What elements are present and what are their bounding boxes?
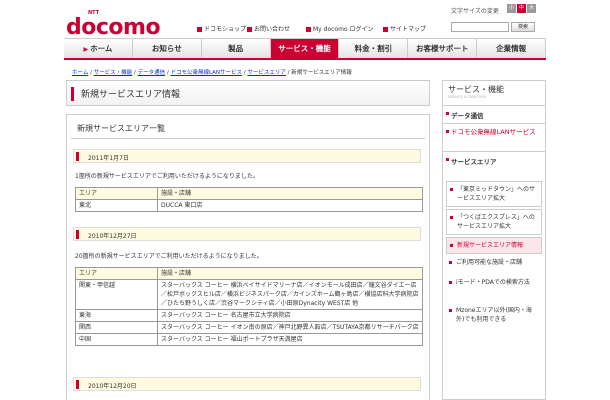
date-marker <box>76 380 79 389</box>
table-cell: 東北 <box>75 199 158 212</box>
nav-corporate[interactable]: 企業情報 <box>477 39 547 58</box>
utility-link-shop[interactable]: ドコモショップ <box>197 24 246 33</box>
breadcrumb: ホーム / サービス・機能 / データ通信 / ドコモ公衆無線LANサービス /… <box>72 70 352 76</box>
bullet-icon <box>247 27 252 32</box>
utility-link-mydocomo[interactable]: My docomo ログイン <box>306 24 374 33</box>
bullet-icon <box>446 158 449 161</box>
font-size-label: 文字サイズの変更 <box>451 8 499 15</box>
breadcrumb-home[interactable]: ホーム <box>72 70 88 76</box>
nav-news[interactable]: お知らせ <box>133 39 202 58</box>
table-cell: スターバックス コーヒー 福山ポートプラザ天満屋店 <box>157 333 423 346</box>
divider <box>71 138 425 139</box>
table-row: 東北 DUCCA 東口店 <box>75 199 423 212</box>
bullet-icon <box>449 309 452 312</box>
nav-support[interactable]: お客様サポート <box>408 39 478 58</box>
table-cell: DUCCA 東口店 <box>157 199 423 212</box>
bullet-icon <box>449 261 452 264</box>
page-title: 新規サービスエリア情報 <box>81 90 181 100</box>
sidebar-sub-search[interactable]: iモード・PDAでの検索方法 <box>446 275 542 290</box>
search-button[interactable]: 検索 <box>511 22 535 32</box>
table-header-row: エリア 施設・店舗 <box>75 267 423 280</box>
bullet-icon <box>383 27 388 32</box>
utility-link-contact[interactable]: お問い合わせ <box>247 24 290 33</box>
table-cell: スターバックス コーヒー 横浜ベイサイドマリーナ店／イオンモール成田店／鐘文谷ダ… <box>157 279 423 310</box>
bullet-icon <box>306 27 311 32</box>
date-heading: 2010年12月27日 <box>73 227 421 241</box>
sidebar-subtitle: SERVICE & FUNCTION <box>448 95 486 99</box>
date-marker <box>76 230 79 239</box>
sidebar-sub-midtown[interactable]: 「東京ミッドタウン」へのサービスエリア拡大 <box>446 181 542 207</box>
nav-home[interactable]: ▶ ホーム <box>64 39 133 58</box>
table-header-cell: エリア <box>75 187 158 200</box>
bullet-icon <box>446 112 449 115</box>
date-heading: 2010年12月20日 <box>73 377 421 391</box>
breadcrumb-data[interactable]: データ通信 <box>138 70 166 76</box>
section-title: 新規サービスエリア一覧 <box>77 124 165 133</box>
table-cell: 関西 <box>75 321 158 334</box>
breadcrumb-area[interactable]: サービスエリア <box>247 70 286 76</box>
sidebar-item-wifi[interactable]: ドコモ公衆無線LANサービス <box>443 123 545 151</box>
sidebar-title: サービス・機能 <box>448 85 504 94</box>
table-cell: スターバックス コーヒー 名古屋市立大学病院店 <box>157 309 423 322</box>
table-cell: スターバックス コーヒー イオン南の原店／神戸北野異人館店／TSUTAYA京都リ… <box>157 321 423 334</box>
bullet-icon <box>450 188 453 191</box>
docomo-wordmark: docomo <box>66 15 161 40</box>
breadcrumb-wifi[interactable]: ドコモ公衆無線LANサービス <box>170 70 242 76</box>
nav-pricing[interactable]: 料金・割引 <box>339 39 409 58</box>
bullet-icon <box>446 130 449 133</box>
sidebar: サービス・機能 SERVICE & FUNCTION データ通信 ドコモ公衆無線… <box>442 80 546 400</box>
sidebar-item-area[interactable]: サービスエリア <box>443 151 545 169</box>
date-heading: 2011年1月7日 <box>73 149 421 163</box>
table-row: 関東・甲信越 スターバックス コーヒー 横浜ベイサイドマリーナ店／イオンモール成… <box>75 279 423 310</box>
entry-note: 1箇所の新規サービスエリアでご利用いただけるようになりました。 <box>75 173 259 180</box>
table-header-cell: 施設・店舗 <box>157 267 423 280</box>
title-accent-bar <box>71 87 74 101</box>
font-size-large-button[interactable]: 大 <box>527 4 536 13</box>
bullet-icon <box>450 244 453 247</box>
date-marker <box>76 152 79 161</box>
table-row: 東海 スターバックス コーヒー 名古屋市立大学病院店 <box>75 309 423 322</box>
bullet-icon <box>449 281 452 284</box>
nav-services[interactable]: サービス・機能 <box>270 39 340 58</box>
table-header-cell: 施設・店舗 <box>157 187 423 200</box>
area-table: エリア 施設・店舗 関東・甲信越 スターバックス コーヒー 横浜ベイサイドマリー… <box>75 267 423 346</box>
font-size-medium-button[interactable]: 中 <box>517 4 526 13</box>
search-input[interactable] <box>451 22 509 32</box>
table-cell: 関東・甲信越 <box>75 279 158 310</box>
sidebar-sub-mzone[interactable]: Mzoneエリア以外(国内・海外)でも利用できる <box>446 303 542 327</box>
global-nav: ▶ ホーム お知らせ 製品 サービス・機能 料金・割引 お客様サポート 企業情報 <box>64 38 547 60</box>
nav-products[interactable]: 製品 <box>202 39 271 58</box>
table-cell: 中国 <box>75 333 158 346</box>
table-row: 中国 スターバックス コーヒー 福山ポートプラザ天満屋店 <box>75 333 423 346</box>
area-table: エリア 施設・店舗 東北 DUCCA 東口店 <box>75 187 423 212</box>
font-size-small-button[interactable]: 小 <box>507 4 516 13</box>
table-row: 関西 スターバックス コーヒー イオン南の原店／神戸北野異人館店／TSUTAYA… <box>75 321 423 334</box>
main-content: 新規サービスエリア一覧 2011年1月7日 1箇所の新規サービスエリアでご利用い… <box>66 114 430 400</box>
utility-link-sitemap[interactable]: サイトマップ <box>383 24 426 33</box>
bullet-icon <box>197 27 202 32</box>
table-header-row: エリア 施設・店舗 <box>75 187 423 200</box>
sidebar-sub-facilities[interactable]: ご利用可能な施設・店舗 <box>446 255 542 270</box>
table-header-cell: エリア <box>75 267 158 280</box>
breadcrumb-current: 新規サービスエリア情報 <box>291 70 352 76</box>
page-title-box: 新規サービスエリア情報 <box>66 80 430 106</box>
arrow-right-icon: ▶ <box>83 46 89 53</box>
table-cell: 東海 <box>75 309 158 322</box>
bullet-icon <box>450 216 453 219</box>
sidebar-sub-new-area[interactable]: 新規サービスエリア情報 <box>446 237 542 254</box>
sidebar-item-data[interactable]: データ通信 <box>443 105 545 123</box>
breadcrumb-services[interactable]: サービス・機能 <box>94 70 133 76</box>
docomo-logo[interactable]: NTT docomo <box>66 10 161 40</box>
entry-note: 20箇所の新規サービスエリアでご利用いただけるようになりました。 <box>75 253 263 260</box>
sidebar-sub-tsukuba[interactable]: 「つくばエクスプレス」へのサービスエリア拡大 <box>446 209 542 235</box>
